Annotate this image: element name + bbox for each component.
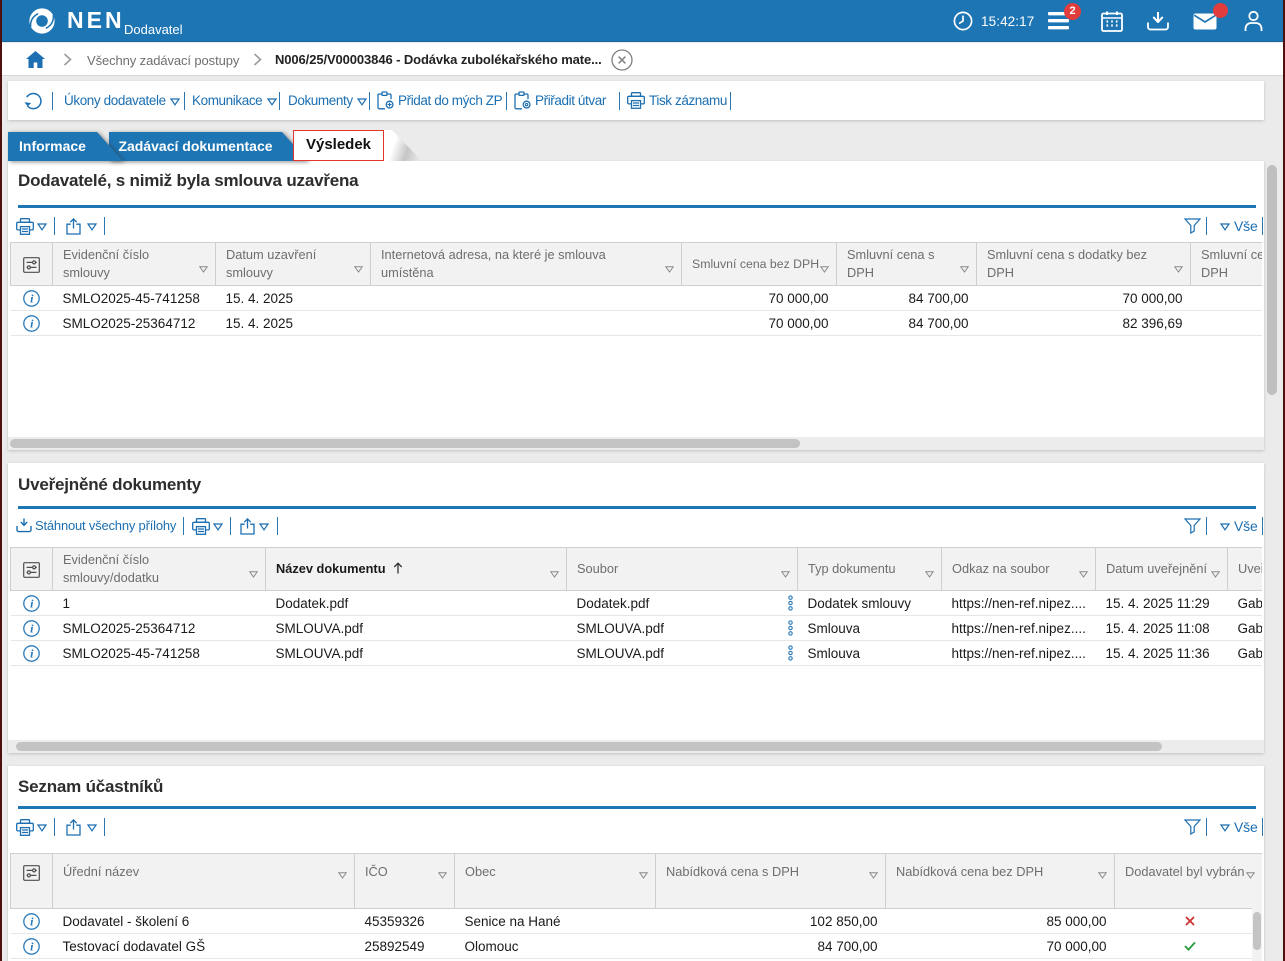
svg-text:i: i	[30, 646, 34, 660]
svg-text:i: i	[30, 621, 34, 635]
svg-text:i: i	[30, 291, 34, 305]
svg-text:i: i	[30, 316, 34, 330]
svg-text:i: i	[30, 596, 34, 610]
svg-text:i: i	[30, 914, 34, 928]
svg-text:i: i	[30, 939, 34, 953]
